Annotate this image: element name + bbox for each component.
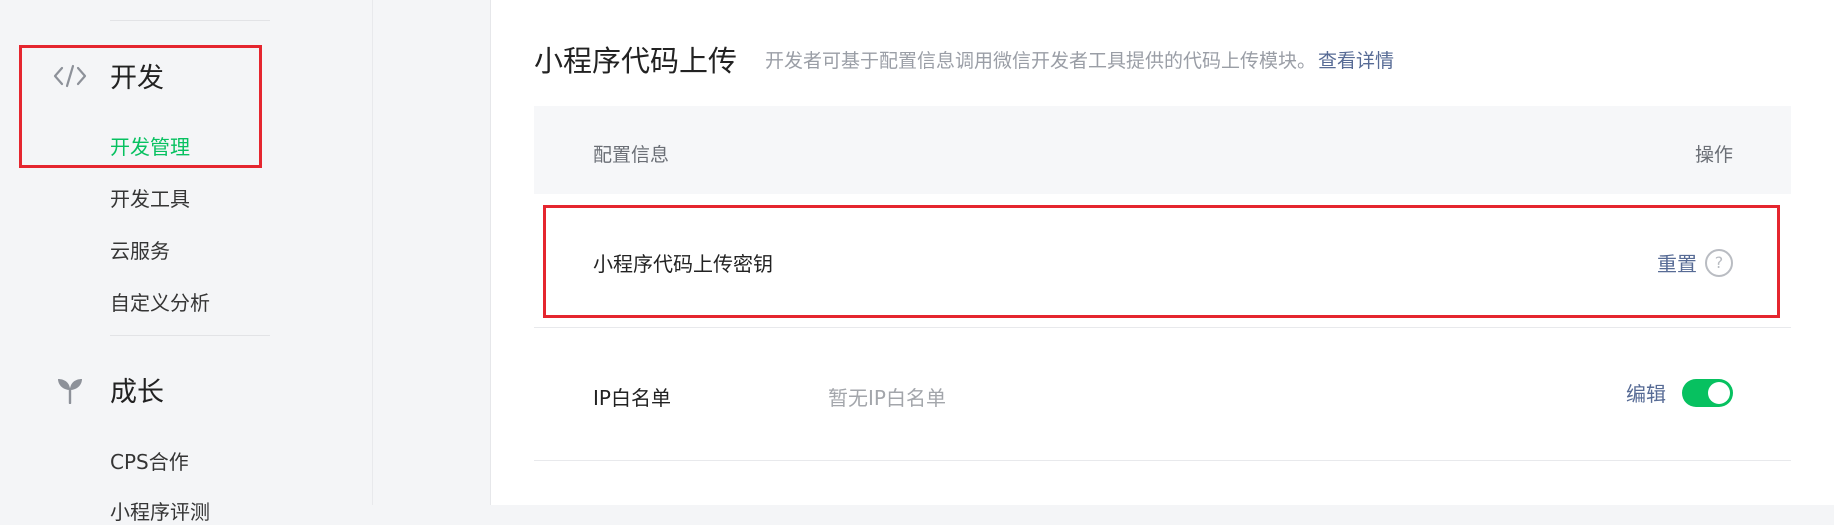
help-icon[interactable]: ? xyxy=(1705,248,1733,277)
sidebar-item-cps[interactable]: CPS合作 xyxy=(110,446,189,475)
table-header: 配置信息 操作 xyxy=(534,106,1791,194)
sidebar-divider-top xyxy=(110,20,270,21)
sidebar-divider xyxy=(110,335,270,336)
sidebar: 开发 开发管理 开发工具 云服务 自定义分析 成长 CPS合作 小程序评测 xyxy=(0,0,373,524)
reset-button[interactable]: 重置 xyxy=(1657,248,1697,277)
row-value: 暂无IP白名单 xyxy=(828,386,946,410)
header-config: 配置信息 xyxy=(593,144,670,166)
row-label: IP白名单 xyxy=(593,386,671,410)
row-label: 小程序代码上传密钥 xyxy=(593,252,773,276)
row-actions: 重置 ? xyxy=(1657,248,1733,277)
table-row-ip-whitelist: IP白名单 暂无IP白名单 编辑 xyxy=(534,327,1791,461)
description-text: 开发者可基于配置信息调用微信开发者工具提供的代码上传模块。 xyxy=(765,50,1317,72)
whitelist-toggle[interactable] xyxy=(1682,378,1733,407)
main-card: 小程序代码上传 开发者可基于配置信息调用微信开发者工具提供的代码上传模块。 查看详… xyxy=(490,0,1834,505)
details-link[interactable]: 查看详情 xyxy=(1318,50,1394,72)
sidebar-item-evaluation[interactable]: 小程序评测 xyxy=(110,496,210,525)
sidebar-item-custom-analytics[interactable]: 自定义分析 xyxy=(110,287,210,316)
sidebar-section-title: 开发 xyxy=(110,63,164,94)
sidebar-item-dev-tools[interactable]: 开发工具 xyxy=(110,183,190,212)
table-row-upload-key: 小程序代码上传密钥 重置 ? xyxy=(534,194,1791,328)
sidebar-item-cloud-service[interactable]: 云服务 xyxy=(110,235,170,264)
code-icon xyxy=(53,59,87,93)
page-description: 开发者可基于配置信息调用微信开发者工具提供的代码上传模块。 查看详情 xyxy=(765,46,1394,73)
page-title: 小程序代码上传 xyxy=(534,44,738,78)
header-action: 操作 xyxy=(1694,144,1733,166)
row-actions: 编辑 xyxy=(1626,378,1733,407)
sidebar-section-growth[interactable]: 成长 xyxy=(53,370,164,409)
sprout-icon xyxy=(53,373,87,407)
sidebar-item-dev-management[interactable]: 开发管理 xyxy=(110,131,190,160)
sidebar-section-dev[interactable]: 开发 xyxy=(53,56,164,95)
edit-button[interactable]: 编辑 xyxy=(1626,378,1666,407)
toggle-knob xyxy=(1708,381,1730,404)
sidebar-section-title: 成长 xyxy=(110,377,164,408)
